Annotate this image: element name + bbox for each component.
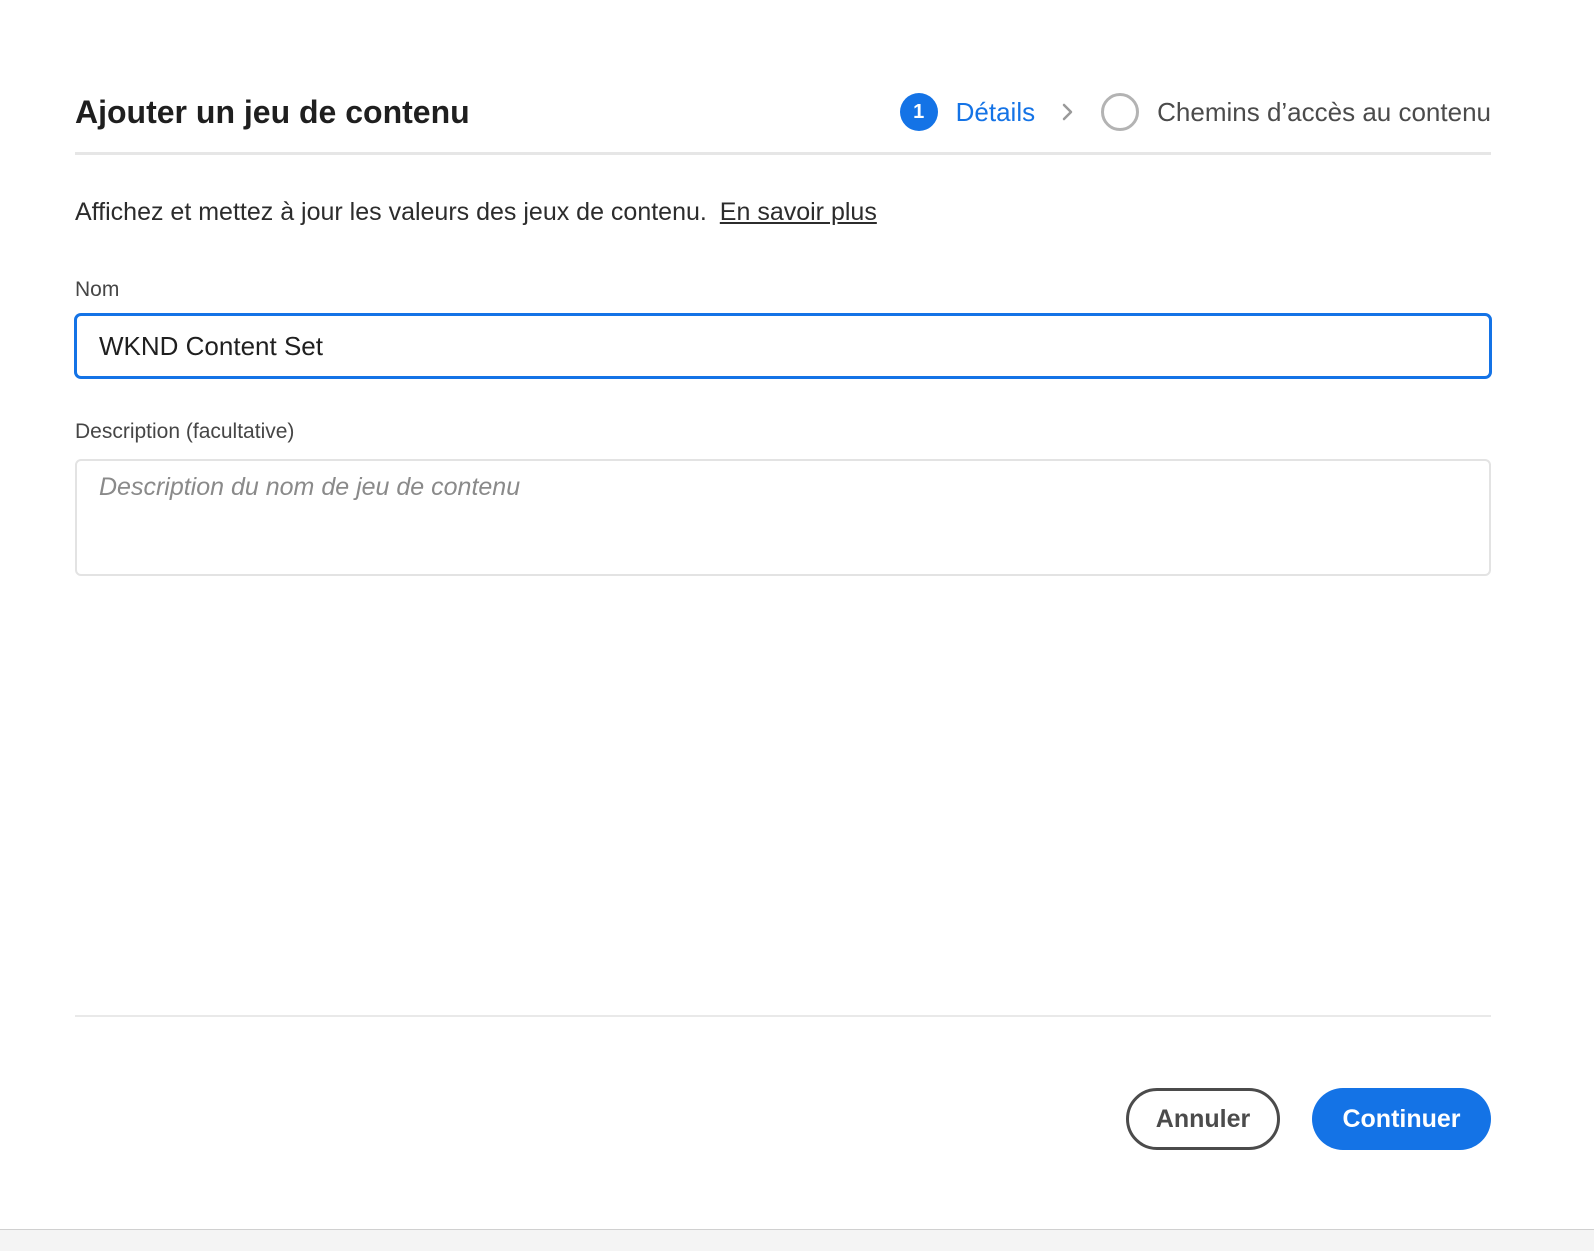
- stepper: 1 Détails Chemins d’accès au contenu: [899, 92, 1491, 132]
- intro-description: Affichez et mettez à jour les valeurs de…: [75, 198, 707, 226]
- step-2-indicator: [1101, 93, 1140, 131]
- description-field-label: Description (facultative): [75, 420, 295, 443]
- step-1-number: 1: [913, 100, 925, 123]
- description-input[interactable]: [75, 459, 1491, 576]
- name-field-label: Nom: [75, 278, 120, 301]
- learn-more-link[interactable]: En savoir plus: [720, 198, 877, 226]
- step-content-paths-label[interactable]: Chemins d’accès au contenu: [1157, 97, 1491, 128]
- chevron-right-icon: [1061, 102, 1075, 122]
- dialog-title: Ajouter un jeu de contenu: [75, 94, 470, 130]
- step-details-label[interactable]: Détails: [956, 97, 1035, 128]
- step-1-indicator: 1: [899, 93, 938, 131]
- name-input[interactable]: [75, 314, 1491, 378]
- cancel-button[interactable]: Annuler: [1126, 1088, 1280, 1150]
- dialog-header: Ajouter un jeu de contenu 1 Détails Chem…: [75, 80, 1491, 155]
- footer-divider: [75, 1015, 1491, 1017]
- window-bottom-edge: [0, 1229, 1594, 1251]
- intro-text: Affichez et mettez à jour les valeurs de…: [75, 198, 877, 227]
- continue-button[interactable]: Continuer: [1312, 1088, 1491, 1150]
- add-content-set-dialog: Ajouter un jeu de contenu 1 Détails Chem…: [0, 0, 1594, 1230]
